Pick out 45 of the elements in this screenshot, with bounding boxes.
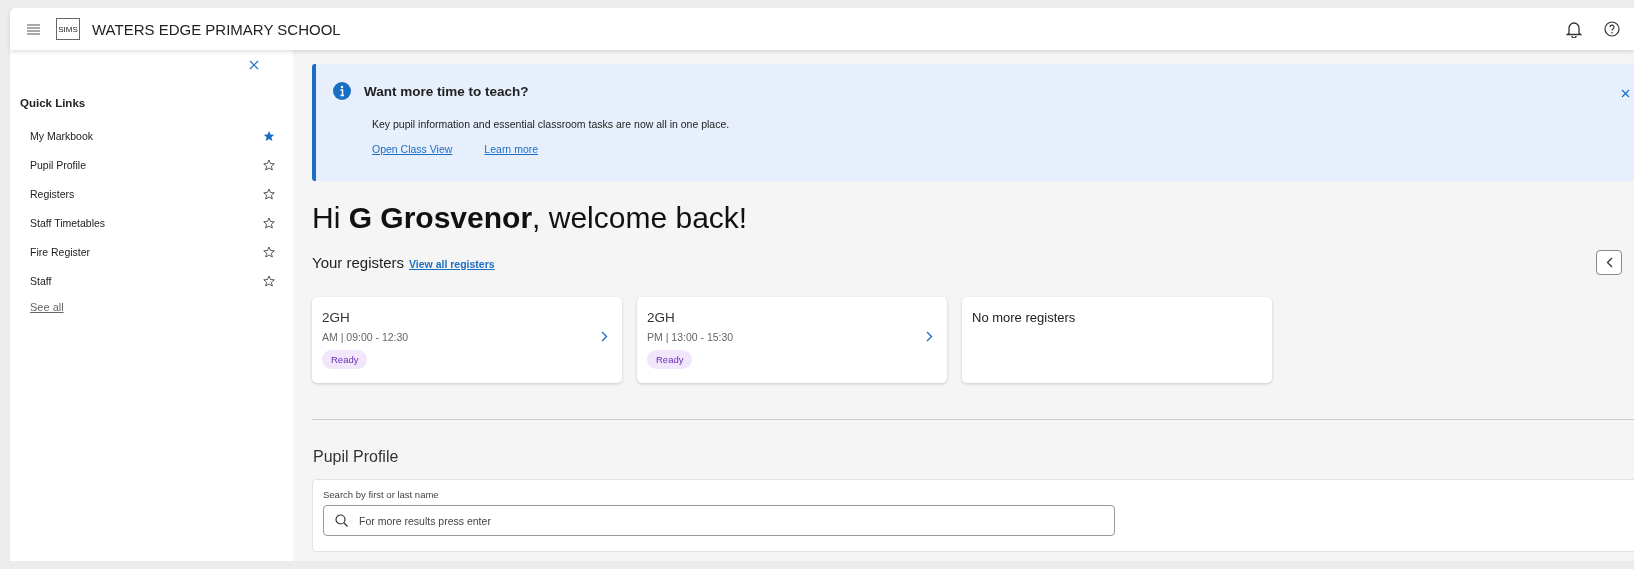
view-all-registers-link[interactable]: View all registers (409, 257, 495, 270)
banner-text: Key pupil information and essential classroom tasks are now all in one place. (372, 118, 731, 130)
star-icon[interactable] (263, 158, 275, 171)
search-field[interactable]: For more results press enter (323, 505, 1115, 536)
star-icon[interactable] (263, 187, 275, 200)
banner-link[interactable]: Learn more (484, 143, 539, 155)
banner-title: Want more time to teach? (364, 83, 529, 99)
quick-link[interactable]: My Markbook (30, 129, 93, 142)
quick-link[interactable]: Staff (30, 274, 52, 287)
school-name: WATERS EDGE PRIMARY SCHOOL (92, 20, 341, 38)
star-icon[interactable] (263, 245, 275, 258)
status-badge: Ready (647, 350, 693, 369)
chevron-right-icon[interactable] (601, 331, 608, 342)
quick-link[interactable]: Staff Timetables (30, 216, 106, 229)
register-card[interactable]: 2GH AM | 09:00 - 12:30 Ready (312, 297, 622, 383)
search-icon (335, 514, 348, 527)
see-all-link[interactable]: See all (30, 301, 293, 313)
quick-links-title: Quick Links (20, 97, 87, 109)
star-icon[interactable] (263, 129, 275, 142)
info-icon (333, 82, 351, 100)
star-icon[interactable] (263, 274, 275, 287)
register-class: 2GH (647, 310, 675, 325)
chevron-right-icon[interactable] (926, 331, 933, 342)
logo: SIMS (56, 18, 80, 40)
register-card[interactable]: 2GH PM | 13:00 - 15:30 Ready (637, 297, 947, 383)
register-time: PM | 13:00 - 15:30 (647, 331, 734, 343)
bell-icon[interactable] (1566, 20, 1582, 38)
welcome-heading: Hi G Grosvenor, welcome back! (312, 201, 749, 235)
quick-link[interactable]: Fire Register (30, 245, 91, 258)
close-icon[interactable] (1621, 89, 1630, 98)
empty-message: No more registers (972, 310, 1076, 325)
register-time: AM | 09:00 - 12:30 (322, 331, 409, 343)
banner-link[interactable]: Open Class View (372, 143, 453, 155)
previous-button[interactable] (1596, 249, 1622, 275)
star-icon[interactable] (263, 216, 275, 229)
quick-link[interactable]: Pupil Profile (30, 158, 87, 171)
chevron-left-icon (1605, 256, 1613, 268)
search-label: Search by first or last name (323, 489, 440, 500)
quick-link[interactable]: Registers (30, 187, 75, 200)
register-class: 2GH (322, 310, 350, 325)
status-badge: Ready (322, 350, 368, 369)
registers-title: Your registers (312, 253, 404, 271)
pupil-profile-title: Pupil Profile (313, 448, 400, 466)
close-icon[interactable] (249, 60, 259, 70)
help-icon[interactable] (1604, 21, 1620, 37)
